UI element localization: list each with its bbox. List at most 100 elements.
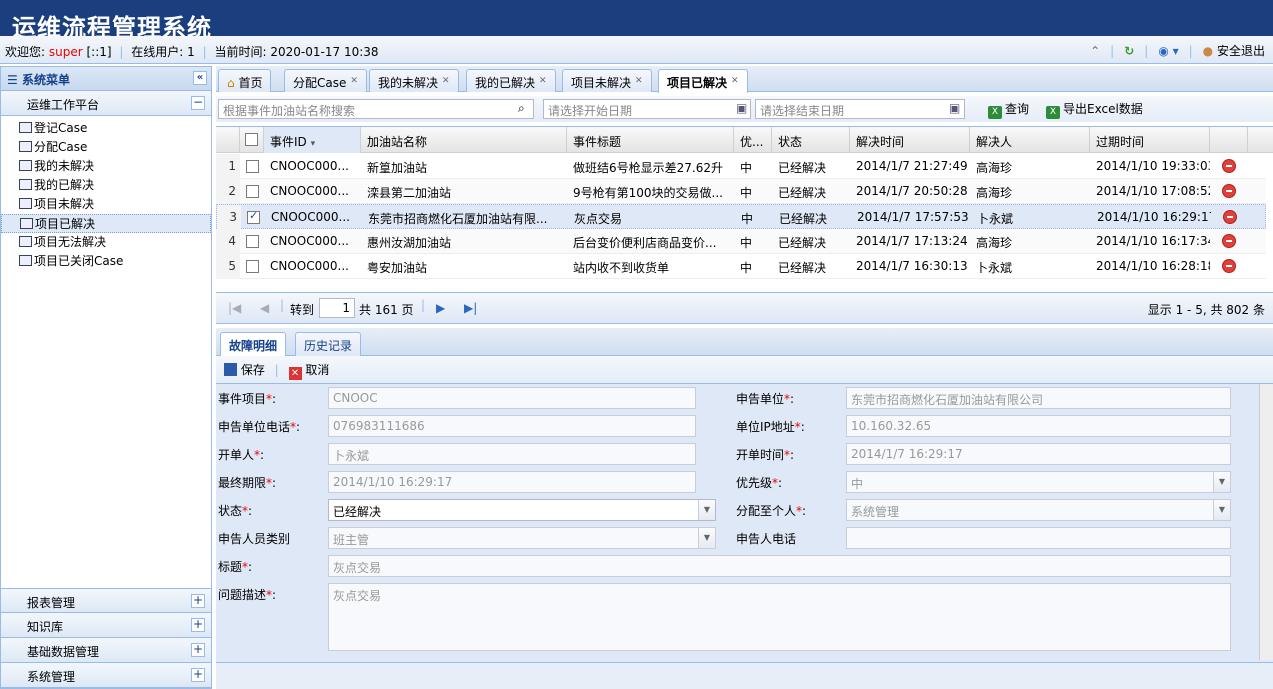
tab-my-solved[interactable]: 我的已解决 ✕ xyxy=(466,69,556,92)
project-field[interactable]: CNOOC xyxy=(328,387,696,409)
chevron-down-icon[interactable]: ▼ xyxy=(1213,500,1230,520)
cell-solved: 2014/1/7 17:57:53 xyxy=(857,210,969,224)
row-checkbox[interactable] xyxy=(246,185,259,198)
query-button[interactable]: X 查询 xyxy=(988,100,1029,119)
delete-icon[interactable] xyxy=(1223,210,1237,224)
group-ops-platform[interactable]: 运维工作平台 − xyxy=(1,91,211,116)
close-icon[interactable]: ✕ xyxy=(539,76,547,86)
sidebar-title: 系统菜单 xyxy=(21,73,70,87)
tab-my-unsolved[interactable]: 我的未解决 ✕ xyxy=(369,69,459,92)
open-time-field[interactable]: 2014/1/7 16:29:17 xyxy=(846,443,1231,465)
table-row[interactable]: 1 CNOOC000... 新篁加油站 做班结6号枪显示差27.62升 中 已经解决 201… xyxy=(216,154,1266,179)
opener-field[interactable]: 卜永斌 xyxy=(328,443,696,465)
station-search-input[interactable]: 根据事件加油站名称搜索 xyxy=(218,99,534,119)
column-title[interactable]: 事件标题 xyxy=(567,127,734,153)
save-icon xyxy=(224,363,237,376)
save-button[interactable]: 保存 xyxy=(224,363,265,377)
page-input[interactable]: 1 xyxy=(319,298,355,318)
calendar-icon[interactable]: ▣ xyxy=(949,101,960,115)
end-date-input[interactable]: 请选择结束日期 xyxy=(755,99,965,119)
group-base-data[interactable]: 基础数据管理 + xyxy=(1,638,211,663)
search-icon[interactable]: ⌕ xyxy=(518,101,525,116)
close-icon[interactable]: ✕ xyxy=(350,76,358,86)
row-checkbox[interactable] xyxy=(246,260,259,273)
help-icon[interactable]: ◉ ▾ xyxy=(1158,44,1178,58)
priority-select[interactable]: 中 ▼ xyxy=(846,471,1231,493)
deadline-field[interactable]: 2014/1/10 16:29:17 xyxy=(328,471,696,493)
column-status[interactable]: 状态 xyxy=(772,127,850,153)
cell-pri: 中 xyxy=(740,186,753,200)
delete-icon[interactable] xyxy=(1222,184,1236,198)
close-icon[interactable]: ✕ xyxy=(635,76,643,86)
delete-icon[interactable] xyxy=(1222,259,1236,273)
column-priority[interactable]: 优... xyxy=(734,127,772,153)
sidebar-item-assign-case[interactable]: 分配Case xyxy=(1,138,211,157)
first-page-icon[interactable]: |◀ xyxy=(228,301,241,315)
column-event-id[interactable]: 事件ID ▾ xyxy=(264,127,361,153)
last-page-icon[interactable]: ▶| xyxy=(464,301,477,315)
sidebar-item-register-case[interactable]: 登记Case xyxy=(1,119,211,138)
chevron-down-icon[interactable]: ▼ xyxy=(698,528,715,548)
title-field[interactable]: 灰点交易 xyxy=(328,555,1231,577)
group-system[interactable]: 系统管理 + xyxy=(1,663,211,688)
next-page-icon[interactable]: ▶ xyxy=(436,301,445,315)
expand-icon[interactable]: + xyxy=(191,643,205,657)
tab-home[interactable]: ⌂ 首页 xyxy=(218,69,272,92)
export-excel-button[interactable]: X 导出Excel数据 xyxy=(1046,100,1143,119)
expand-icon[interactable]: + xyxy=(191,618,205,632)
sort-desc-icon: ▾ xyxy=(310,139,316,149)
assign-select[interactable]: 系统管理 ▼ xyxy=(846,499,1231,521)
close-icon[interactable]: ✕ xyxy=(442,76,450,86)
sidebar-item-project-closed[interactable]: 项目已关闭Case xyxy=(1,252,211,271)
delete-icon[interactable] xyxy=(1222,159,1236,173)
ip-field[interactable]: 10.160.32.65 xyxy=(846,415,1231,437)
column-solved-time[interactable]: 解决时间 xyxy=(850,127,970,153)
reporter-type-select[interactable]: 班主管 ▼ xyxy=(328,527,716,549)
desc-textarea[interactable]: 灰点交易 xyxy=(328,583,1231,651)
row-checkbox[interactable] xyxy=(246,160,259,173)
sidebar-item-project-unsolvable[interactable]: 项目无法解决 xyxy=(1,233,211,252)
unit-field[interactable]: 东莞市招商燃化石厦加油站有限公司 xyxy=(846,387,1231,409)
tab-project-unsolved[interactable]: 项目未解决 ✕ xyxy=(562,69,652,92)
tab-history[interactable]: 历史记录 xyxy=(295,332,362,356)
collapse-group-icon[interactable]: − xyxy=(191,96,205,110)
expand-icon[interactable]: + xyxy=(191,594,205,608)
collapse-sidebar-button[interactable]: « xyxy=(193,71,207,85)
column-solver[interactable]: 解决人 xyxy=(970,127,1090,153)
label-desc: 问题描述*: xyxy=(218,588,277,602)
sidebar-item-project-unsolved[interactable]: 项目未解决 xyxy=(1,195,211,214)
reporter-phone-field[interactable] xyxy=(846,527,1231,549)
table-row[interactable]: 3 CNOOC000... 东莞市招商燃化石厦加油站有限... 灰点交易 中 已经解决 20… xyxy=(216,204,1266,230)
refresh-icon[interactable]: ↻ xyxy=(1124,44,1134,58)
expand-icon[interactable]: + xyxy=(191,668,205,682)
tab-assign-case[interactable]: 分配Case ✕ xyxy=(284,69,367,92)
collapse-up-icon[interactable]: ⌃ xyxy=(1090,44,1100,58)
column-expire-time[interactable]: 过期时间 xyxy=(1090,127,1210,153)
cancel-button[interactable]: ✕ 取消 xyxy=(288,363,329,380)
calendar-icon[interactable]: ▣ xyxy=(736,101,747,115)
sidebar-item-project-solved[interactable]: 项目已解决 xyxy=(1,214,211,233)
tab-fault-detail[interactable]: 故障明细 xyxy=(220,332,287,356)
table-row[interactable]: 5 CNOOC000... 粤安加油站 站内收不到收货单 中 已经解决 2014/1/7 1… xyxy=(216,254,1266,279)
logout-button[interactable]: ● 安全退出 xyxy=(1203,42,1265,59)
tab-project-solved[interactable]: 项目已解决 ✕ xyxy=(658,69,748,93)
sidebar-item-my-solved[interactable]: 我的已解决 xyxy=(1,176,211,195)
sidebar-item-my-unsolved[interactable]: 我的未解决 xyxy=(1,157,211,176)
group-reports[interactable]: 报表管理 + xyxy=(1,588,211,613)
start-date-input[interactable]: 请选择开始日期 xyxy=(543,99,751,119)
close-icon[interactable]: ✕ xyxy=(731,76,739,86)
chevron-down-icon[interactable]: ▼ xyxy=(1213,472,1230,492)
column-station[interactable]: 加油站名称 xyxy=(361,127,567,153)
prev-page-icon[interactable]: ◀ xyxy=(260,301,269,315)
delete-icon[interactable] xyxy=(1222,234,1236,248)
state-select[interactable]: 已经解决 ▼ xyxy=(328,499,716,521)
select-all-checkbox[interactable] xyxy=(240,127,264,153)
group-knowledge[interactable]: 知识库 + xyxy=(1,613,211,638)
unit-phone-field[interactable]: 076983111686 xyxy=(328,415,696,437)
chevron-down-icon[interactable]: ▼ xyxy=(698,500,715,520)
form-scrollbar[interactable] xyxy=(1259,384,1273,660)
table-row[interactable]: 4 CNOOC000... 惠州汝湖加油站 后台变价便利店商品变价... 中 已经解决 20… xyxy=(216,229,1266,254)
row-checkbox[interactable] xyxy=(247,209,260,224)
table-row[interactable]: 2 CNOOC000... 滦县第二加油站 9号枪有第100块的交易做... 中 已经解决… xyxy=(216,179,1266,204)
row-checkbox[interactable] xyxy=(246,235,259,248)
